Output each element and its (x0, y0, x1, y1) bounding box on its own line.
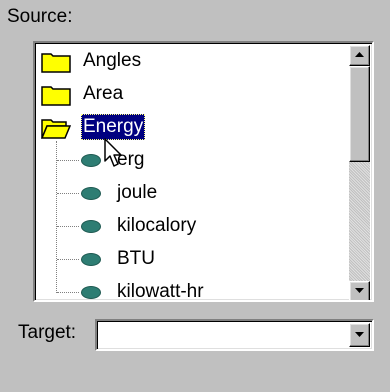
tree-connector (57, 226, 79, 227)
arrow-up-icon (355, 52, 364, 57)
tree-item-kilocalory[interactable]: kilocalory (37, 210, 351, 242)
target-combobox[interactable] (95, 319, 374, 351)
tree-item-erg[interactable]: erg (37, 144, 351, 176)
tree-item-label: erg (117, 149, 145, 170)
source-tree[interactable]: Angles Area Energy erg joule kilocalory … (33, 41, 374, 302)
unit-icon (81, 187, 101, 200)
vertical-scrollbar[interactable] (349, 45, 370, 300)
tree-item-energy[interactable]: Energy (37, 111, 351, 143)
unit-icon (81, 220, 101, 233)
tree-item-btu[interactable]: BTU (37, 243, 351, 275)
scroll-up-button[interactable] (349, 45, 370, 66)
tree-connector (57, 292, 79, 293)
tree-item-label: joule (117, 182, 158, 203)
unit-icon (81, 253, 101, 266)
folder-icon (41, 86, 71, 106)
tree-connector (57, 193, 79, 194)
tree-item-joule[interactable]: joule (37, 177, 351, 209)
tree-item-label: Area (83, 83, 124, 104)
unit-icon (81, 286, 101, 299)
tree-item-label: kilocalory (117, 215, 197, 236)
tree-item-label: Angles (83, 50, 142, 71)
target-label: Target: (18, 322, 77, 343)
scroll-thumb[interactable] (349, 66, 370, 162)
tree-item-label: kilowatt-hr (117, 281, 204, 302)
tree-content: Angles Area Energy erg joule kilocalory … (37, 45, 351, 302)
arrow-down-icon (355, 288, 364, 293)
tree-item-label: Energy (81, 114, 146, 140)
target-dropdown-button[interactable] (349, 323, 370, 347)
scroll-down-button[interactable] (349, 281, 370, 300)
source-label: Source: (7, 6, 73, 27)
tree-connector (57, 259, 79, 260)
chevron-down-icon (355, 332, 364, 337)
tree-item-kilowatt-hr[interactable]: kilowatt-hr (37, 276, 351, 302)
unit-icon (81, 154, 101, 167)
folder-icon (41, 53, 71, 73)
open-folder-icon (41, 119, 71, 139)
tree-item-label: BTU (117, 248, 155, 269)
tree-connector (57, 160, 79, 161)
tree-item-area[interactable]: Area (37, 78, 351, 110)
tree-item-angles[interactable]: Angles (37, 45, 351, 77)
